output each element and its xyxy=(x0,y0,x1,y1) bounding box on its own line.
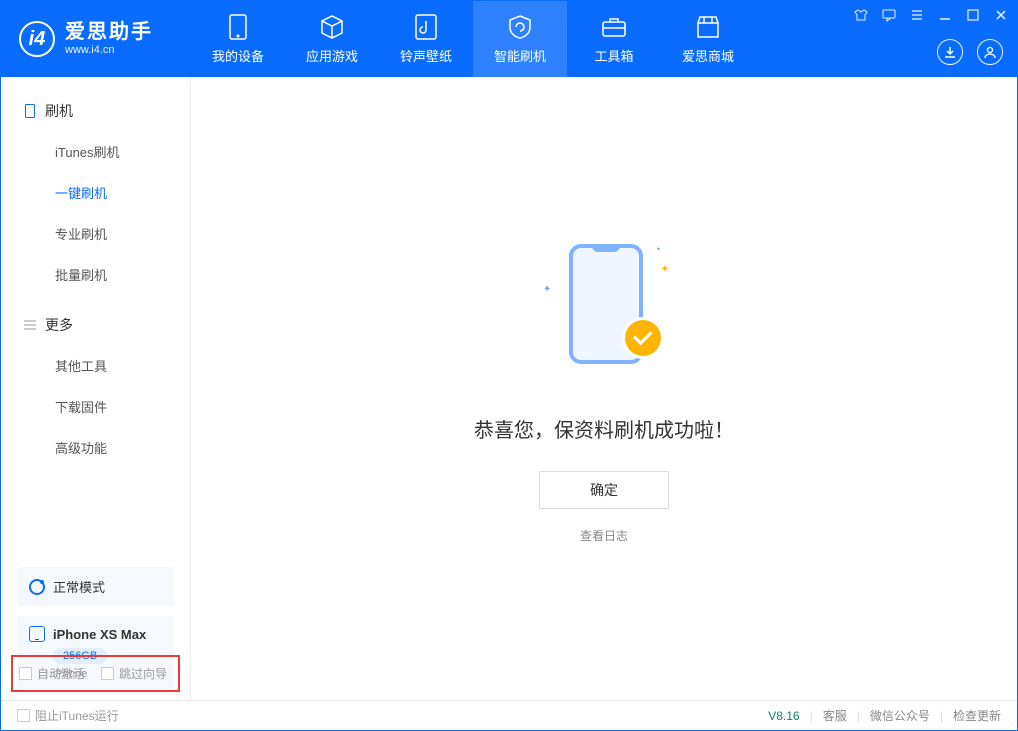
sidebar-group-title: 更多 xyxy=(45,315,73,335)
phone-icon xyxy=(225,14,251,40)
view-log-link[interactable]: 查看日志 xyxy=(580,527,628,544)
nav-label: 我的设备 xyxy=(212,46,264,65)
mode-label: 正常模式 xyxy=(53,577,105,596)
ok-button[interactable]: 确定 xyxy=(539,471,669,509)
highlighted-options-box: 自动激活 跳过向导 xyxy=(11,655,180,692)
sidebar-item-download-firmware[interactable]: 下载固件 xyxy=(1,386,190,427)
checkbox-label: 阻止iTunes运行 xyxy=(35,707,119,724)
store-icon xyxy=(695,14,721,40)
checkbox-label: 自动激活 xyxy=(37,665,85,682)
menu-icon[interactable] xyxy=(909,7,925,23)
nav-apps-games[interactable]: 应用游戏 xyxy=(285,1,379,77)
app-header: i4 爱思助手 www.i4.cn 我的设备 应用游戏 铃声壁纸 智能刷机 工具… xyxy=(1,1,1017,77)
device-row: iPhone XS Max xyxy=(29,626,162,642)
user-icon[interactable] xyxy=(977,39,1003,65)
toolbox-icon xyxy=(601,14,627,40)
close-icon[interactable] xyxy=(993,7,1009,23)
sidebar-group-flash[interactable]: 刷机 xyxy=(1,91,190,131)
sidebar-item-pro-flash[interactable]: 专业刷机 xyxy=(1,213,190,254)
window-controls xyxy=(853,7,1009,23)
checkbox-label: 跳过向导 xyxy=(119,665,167,682)
logo-text: 爱思助手 www.i4.cn xyxy=(65,20,153,57)
music-file-icon xyxy=(413,14,439,40)
download-icon[interactable] xyxy=(937,39,963,65)
sidebar-item-itunes-flash[interactable]: iTunes刷机 xyxy=(1,131,190,172)
phone-small-icon xyxy=(23,104,37,118)
main-content: ✦ ✦ ✦ 恭喜您，保资料刷机成功啦！ 确定 查看日志 xyxy=(191,77,1017,700)
nav-store[interactable]: 爱思商城 xyxy=(661,1,755,77)
sparkle-icon: ✦ xyxy=(656,246,661,253)
footer-link-support[interactable]: 客服 xyxy=(823,707,847,724)
nav-label: 铃声壁纸 xyxy=(400,46,452,65)
nav-label: 应用游戏 xyxy=(306,46,358,65)
minimize-icon[interactable] xyxy=(937,7,953,23)
checkbox-skip-guide[interactable]: 跳过向导 xyxy=(101,665,167,682)
checkmark-badge-icon xyxy=(625,320,661,356)
success-illustration: ✦ ✦ ✦ xyxy=(529,234,679,384)
device-mode-box[interactable]: 正常模式 xyxy=(17,567,174,606)
header-action-icons xyxy=(937,39,1003,65)
footer-link-wechat[interactable]: 微信公众号 xyxy=(870,707,930,724)
sidebar-item-batch-flash[interactable]: 批量刷机 xyxy=(1,254,190,295)
mode-normal-icon xyxy=(29,579,45,595)
app-body: 刷机 iTunes刷机 一键刷机 专业刷机 批量刷机 更多 其他工具 下载固件 … xyxy=(1,77,1017,700)
version-label: V8.16 xyxy=(768,709,799,723)
list-icon xyxy=(23,318,37,332)
sidebar-group-title: 刷机 xyxy=(45,101,73,121)
sidebar-item-other-tools[interactable]: 其他工具 xyxy=(1,345,190,386)
sidebar: 刷机 iTunes刷机 一键刷机 专业刷机 批量刷机 更多 其他工具 下载固件 … xyxy=(1,77,191,700)
footer-link-update[interactable]: 检查更新 xyxy=(953,707,1001,724)
checkbox-icon xyxy=(101,667,114,680)
nav-label: 智能刷机 xyxy=(494,46,546,65)
logo-area: i4 爱思助手 www.i4.cn xyxy=(1,20,191,57)
app-logo-icon: i4 xyxy=(19,21,55,57)
nav-toolbox[interactable]: 工具箱 xyxy=(567,1,661,77)
checkbox-block-itunes[interactable]: 阻止iTunes运行 xyxy=(17,707,119,724)
sidebar-group-more[interactable]: 更多 xyxy=(1,305,190,345)
sidebar-item-onekey-flash[interactable]: 一键刷机 xyxy=(1,172,190,213)
shirt-icon[interactable] xyxy=(853,7,869,23)
nav-smart-flash[interactable]: 智能刷机 xyxy=(473,1,567,77)
sparkle-icon: ✦ xyxy=(543,284,551,295)
refresh-shield-icon xyxy=(507,14,533,40)
separator: | xyxy=(810,709,813,723)
feedback-icon[interactable] xyxy=(881,7,897,23)
nav-label: 工具箱 xyxy=(594,46,633,65)
device-name: iPhone XS Max xyxy=(53,627,146,642)
sparkle-icon: ✦ xyxy=(661,264,669,275)
cube-icon xyxy=(319,14,345,40)
checkbox-icon xyxy=(19,667,32,680)
maximize-icon[interactable] xyxy=(965,7,981,23)
checkbox-icon xyxy=(17,709,30,722)
app-subtitle: www.i4.cn xyxy=(65,44,153,57)
footer-bar: 阻止iTunes运行 V8.16 | 客服 | 微信公众号 | 检查更新 xyxy=(1,700,1017,730)
success-message: 恭喜您，保资料刷机成功啦！ xyxy=(474,414,734,443)
separator: | xyxy=(940,709,943,723)
nav-ringtones-wallpapers[interactable]: 铃声壁纸 xyxy=(379,1,473,77)
footer-right: V8.16 | 客服 | 微信公众号 | 检查更新 xyxy=(768,707,1001,724)
sidebar-item-advanced[interactable]: 高级功能 xyxy=(1,427,190,468)
device-phone-icon xyxy=(29,626,45,642)
nav-my-device[interactable]: 我的设备 xyxy=(191,1,285,77)
main-nav: 我的设备 应用游戏 铃声壁纸 智能刷机 工具箱 爱思商城 xyxy=(191,1,755,77)
app-title: 爱思助手 xyxy=(65,20,153,44)
nav-label: 爱思商城 xyxy=(682,46,734,65)
separator: | xyxy=(857,709,860,723)
checkbox-auto-activate[interactable]: 自动激活 xyxy=(19,665,85,682)
